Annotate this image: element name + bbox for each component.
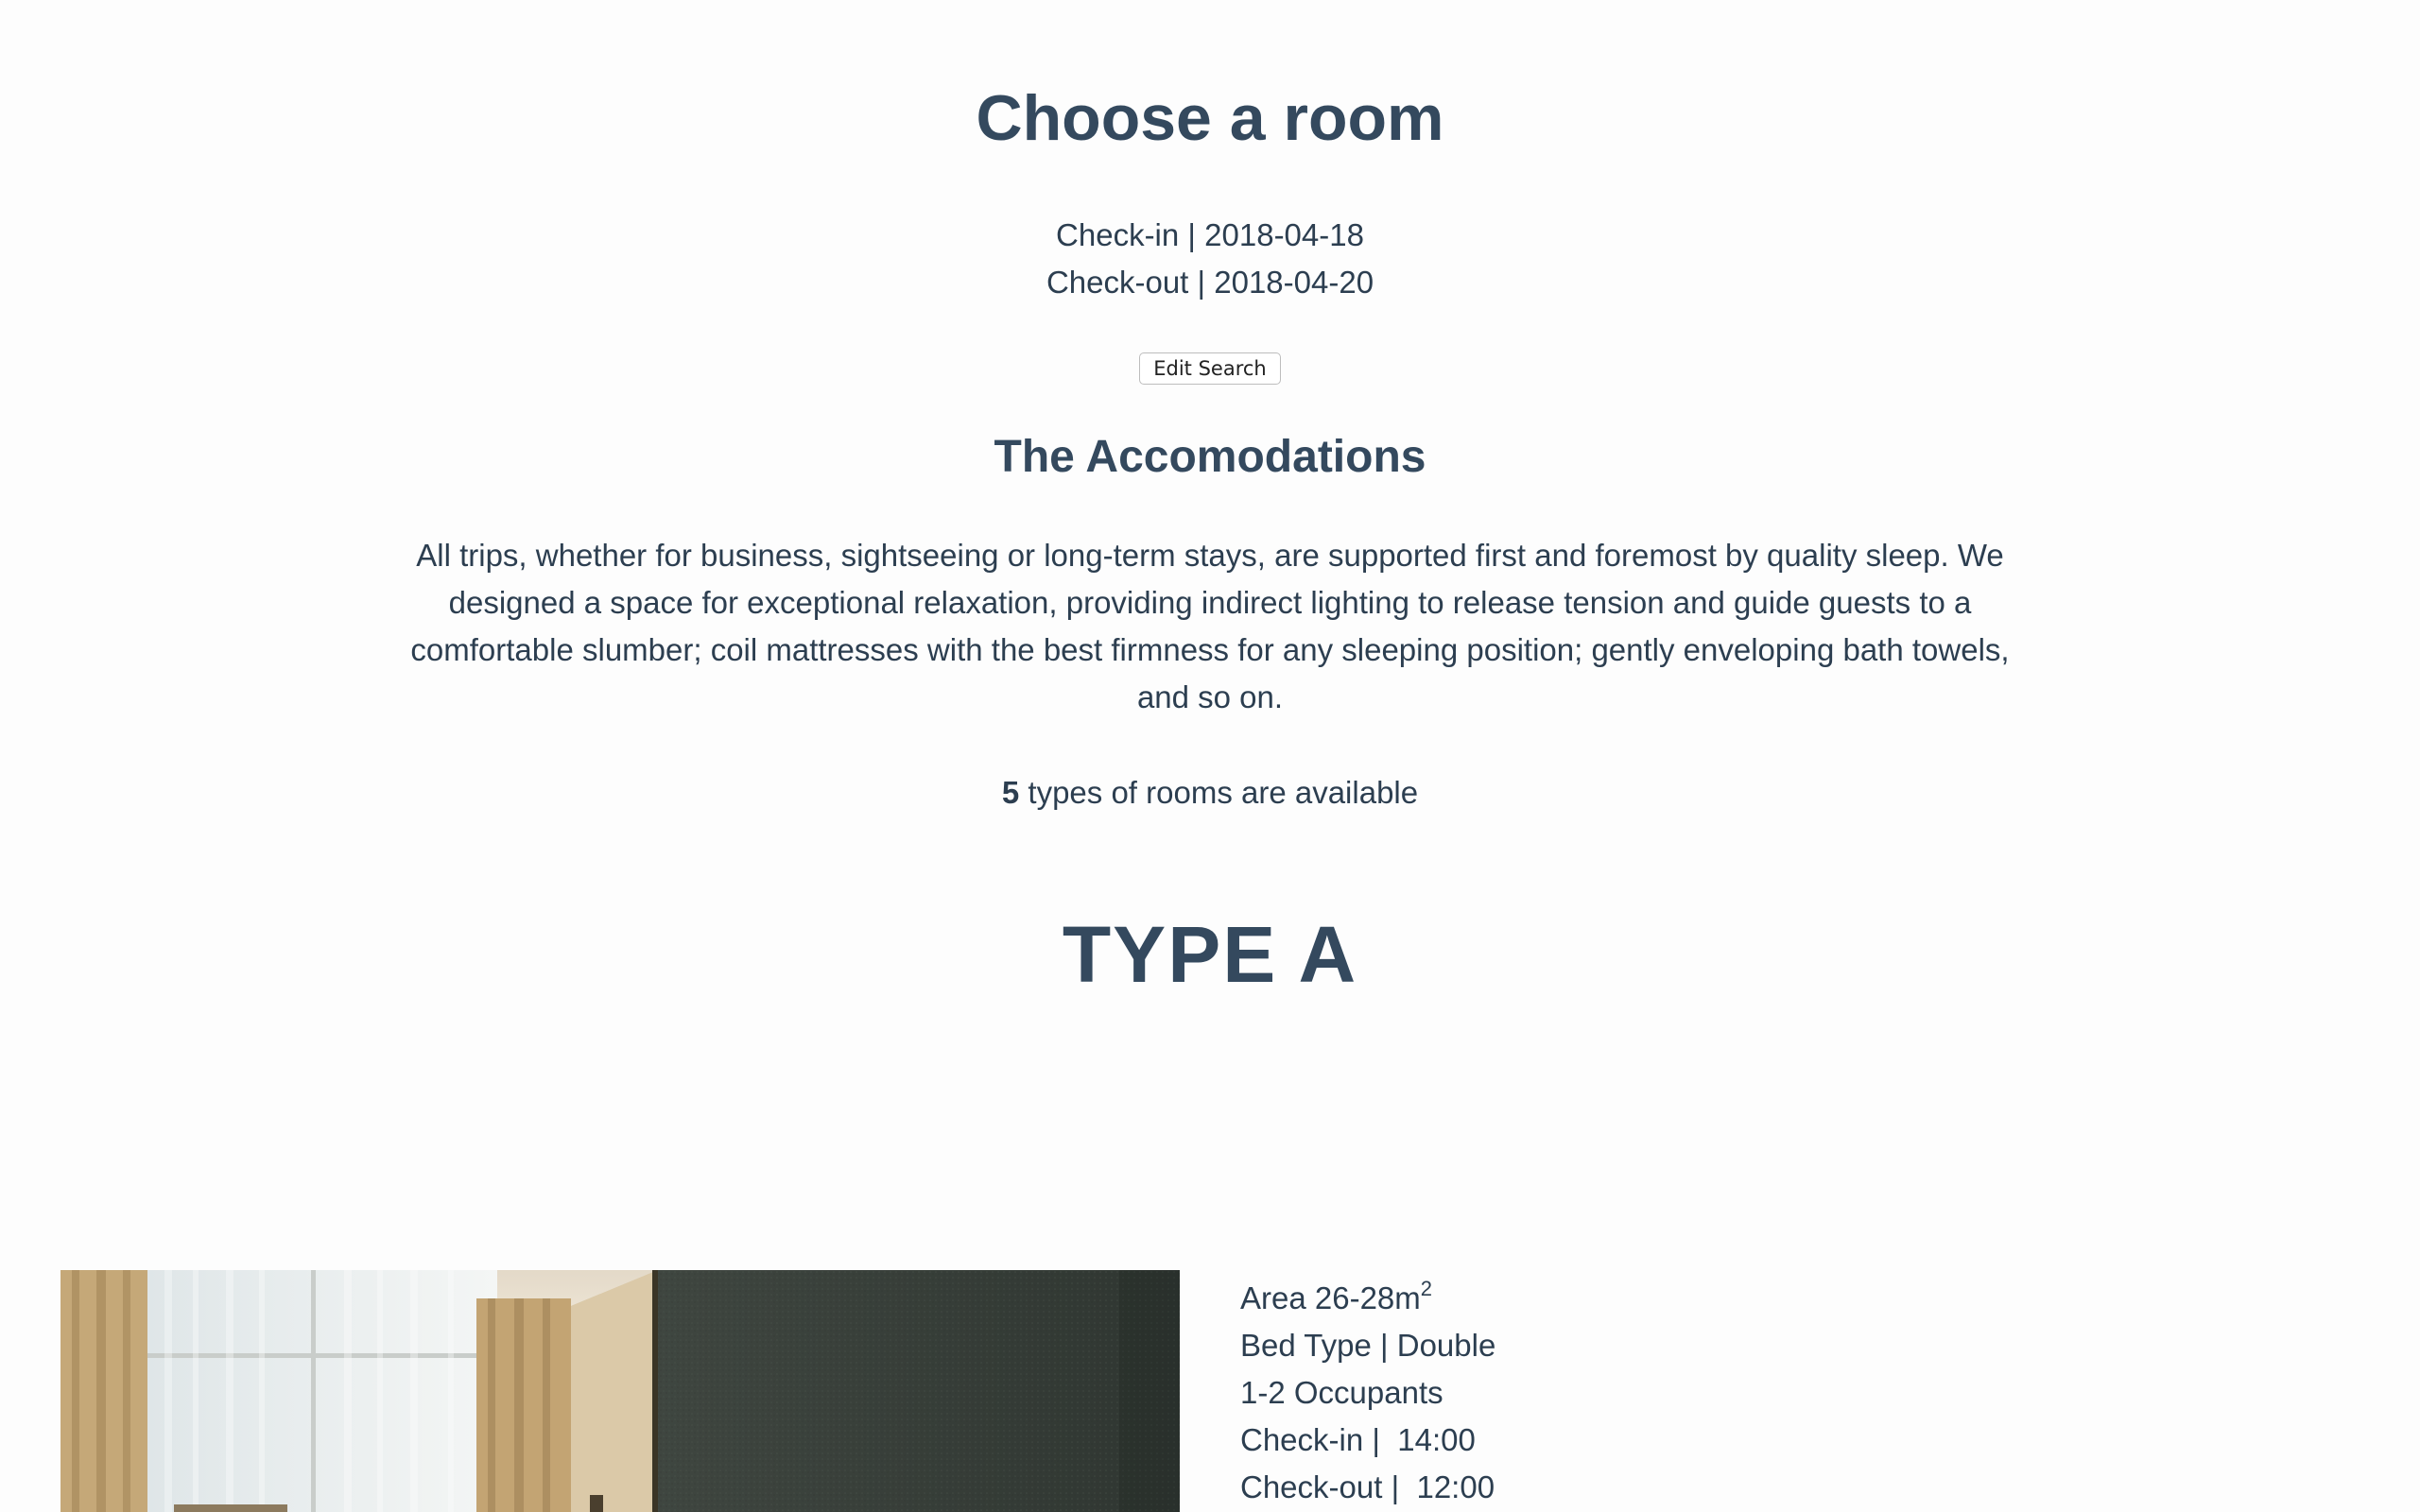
room-checkout-time: Check-out | 12:00 [1240, 1469, 1495, 1504]
stay-dates: Check-in | 2018-04-18 Check-out | 2018-0… [0, 212, 2420, 306]
room-type-count: 5 [1001, 775, 1020, 810]
room-area-unit: 2 [1420, 1277, 1433, 1300]
edit-search-button[interactable]: Edit Search [1139, 352, 1281, 385]
checkout-date: Check-out | 2018-04-20 [1046, 265, 1374, 300]
room-area: Area 26-28m2 [1240, 1275, 1495, 1322]
room-checkin-time: Check-in | 14:00 [1240, 1422, 1476, 1457]
accommodations-title: The Accomodations [994, 432, 1426, 482]
room-type-heading: TYPE A [1062, 910, 1358, 999]
room-bed-type: Bed Type | Double [1240, 1328, 1496, 1363]
accommodations-description: All trips, whether for business, sightse… [410, 538, 2010, 714]
room-availability: 5 types of rooms are available [0, 769, 2420, 816]
page-title: Choose a room [976, 82, 1444, 154]
room-availability-text: types of rooms are available [1019, 775, 1419, 810]
page: Choose a room Check-in | 2018-04-18 Chec… [0, 0, 2420, 1512]
room-specs: Area 26-28m2 Bed Type | Double 1-2 Occup… [1240, 1275, 1495, 1511]
room-area-text: Area 26-28m [1240, 1280, 1421, 1315]
room-photo [60, 1270, 1180, 1512]
room-occupants: 1-2 Occupants [1240, 1375, 1443, 1410]
checkin-date: Check-in | 2018-04-18 [1056, 217, 1364, 252]
room-photo-image [60, 1270, 1180, 1512]
